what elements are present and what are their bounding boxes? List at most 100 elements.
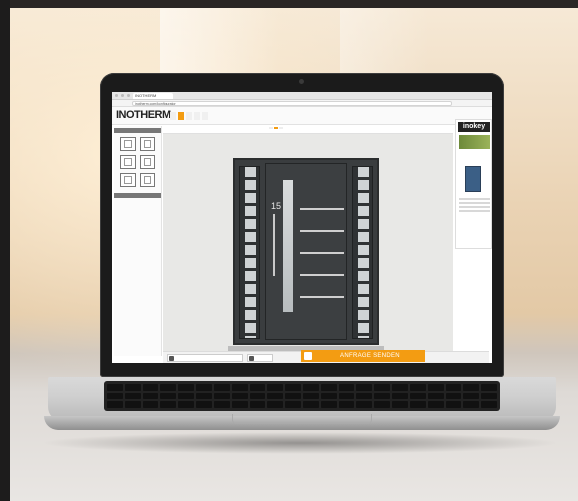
nav-item[interactable]: [194, 112, 200, 120]
door-model-thumb[interactable]: [120, 173, 136, 187]
keyboard-key: [160, 384, 177, 391]
nav-item[interactable]: [186, 112, 192, 120]
keyboard-key: [320, 384, 337, 391]
ad-door-image: [465, 166, 481, 192]
keyboard-key: [142, 401, 159, 408]
keyboard-key: [107, 384, 123, 391]
mail-icon: [304, 352, 312, 360]
window-close-icon[interactable]: [115, 94, 118, 97]
door-glass-strip: [283, 180, 293, 312]
ad-text: [459, 198, 490, 214]
door-model-grid: [114, 133, 161, 191]
keyboard-key: [160, 401, 177, 408]
keyboard-key: [178, 401, 195, 408]
browser-toolbar: inotherm.com/konfigurator: [112, 100, 492, 107]
keyboard-key: [160, 392, 177, 400]
view-toggle[interactable]: [279, 127, 283, 129]
keyboard-key: [427, 401, 444, 408]
camera-icon: [299, 79, 304, 84]
keyboard-key: [481, 384, 497, 391]
view-toggle-active[interactable]: [274, 127, 278, 129]
keyboard-key: [178, 392, 195, 400]
door-model-thumb[interactable]: [139, 173, 155, 187]
view-toggle[interactable]: [269, 127, 273, 129]
keyboard-key: [267, 401, 284, 408]
keyboard-key: [124, 384, 141, 391]
laptop-shadow: [40, 432, 560, 454]
keyboard-key: [392, 392, 408, 400]
ad-image: [459, 135, 490, 149]
window-maximize-icon[interactable]: [127, 94, 130, 97]
keyboard-key: [481, 401, 497, 408]
keyboard-key: [231, 392, 248, 400]
keyboard-key: [463, 384, 480, 391]
keyboard-key: [213, 401, 230, 408]
door-model-thumb[interactable]: [139, 137, 155, 151]
door-bar: [300, 208, 344, 210]
keyboard-key: [356, 392, 373, 400]
right-sidelight: [352, 166, 373, 339]
keyboard-key: [392, 384, 408, 391]
keyboard-key: [374, 401, 391, 408]
camera-icon: [169, 356, 174, 361]
keyboard-key: [249, 384, 266, 391]
keyboard-key: [445, 401, 462, 408]
nav-item[interactable]: [202, 112, 208, 120]
keyboard-key: [320, 401, 337, 408]
window-minimize-icon[interactable]: [121, 94, 124, 97]
sidelight-glass: [245, 167, 256, 338]
keyboard-key: [196, 384, 212, 391]
keyboard-key: [231, 384, 248, 391]
house-number: 15: [271, 201, 282, 211]
door-illustration: 15: [233, 158, 379, 345]
keyboard-key: [338, 401, 355, 408]
sidebar-section-header[interactable]: [114, 193, 161, 198]
send-inquiry-button[interactable]: ANFRAGE SENDEN: [301, 350, 425, 362]
keyboard-key: [267, 392, 284, 400]
keyboard-key: [142, 384, 159, 391]
inokey-ad-panel[interactable]: inokey: [455, 119, 492, 249]
keyboard-key: [303, 384, 319, 391]
print-icon: [249, 356, 254, 361]
door-model-thumb[interactable]: [120, 155, 136, 169]
keyboard-key: [142, 392, 159, 400]
config-sidebar: [114, 126, 162, 356]
door-model-thumb[interactable]: [120, 137, 136, 151]
browser-tab-strip: INOTHERM: [112, 92, 492, 100]
keyboard-key: [213, 392, 230, 400]
nav-item[interactable]: [170, 112, 176, 120]
keyboard-key: [196, 392, 212, 400]
inokey-logo: inokey: [458, 122, 490, 132]
laptop-keyboard: [104, 381, 500, 411]
keyboard-key: [409, 384, 426, 391]
keyboard-key: [303, 392, 319, 400]
keyboard-key: [356, 384, 373, 391]
keyboard-key: [463, 401, 480, 408]
view-toggle-group: [269, 127, 283, 129]
print-button[interactable]: [247, 354, 273, 362]
keyboard-key: [107, 401, 123, 408]
left-sidelight: [239, 166, 260, 339]
send-inquiry-label: ANFRAGE SENDEN: [340, 353, 400, 359]
preview-toolbar: [163, 126, 453, 134]
keyboard-key: [409, 401, 426, 408]
nav-item-active[interactable]: [178, 112, 184, 120]
browser-tab[interactable]: INOTHERM: [133, 92, 173, 99]
trackpad: [232, 414, 372, 424]
keyboard-key: [392, 401, 408, 408]
keyboard-key: [427, 384, 444, 391]
door-bar: [300, 230, 344, 232]
keyboard-key: [427, 392, 444, 400]
image-left-edge: [0, 0, 10, 501]
keyboard-key: [320, 392, 337, 400]
keyboard-key: [107, 392, 123, 400]
keyboard-key: [124, 401, 141, 408]
keyboard-key: [338, 384, 355, 391]
brand-logo[interactable]: INOTHERM: [116, 109, 171, 121]
save-configuration-button[interactable]: [167, 354, 243, 362]
keyboard-key: [231, 401, 248, 408]
keyboard-key: [285, 401, 301, 408]
address-bar[interactable]: inotherm.com/konfigurator: [132, 101, 452, 106]
keyboard-key: [249, 401, 266, 408]
door-model-thumb[interactable]: [139, 155, 155, 169]
